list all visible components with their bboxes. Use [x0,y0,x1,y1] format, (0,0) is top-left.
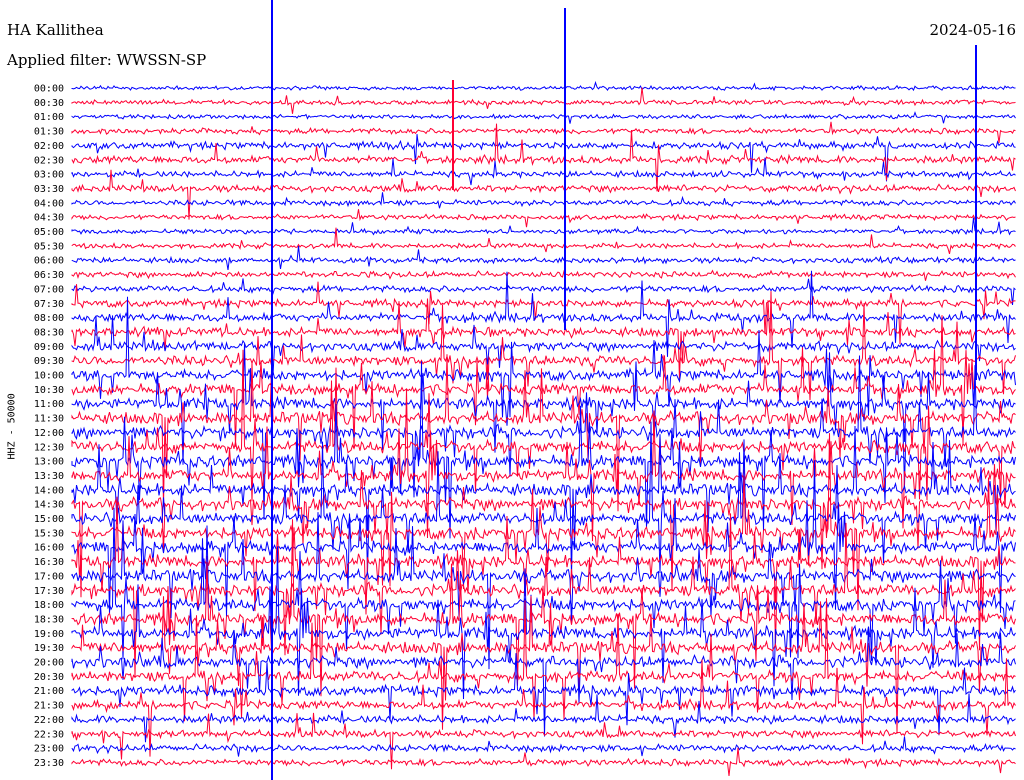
time-tick-label: 11:00 [34,399,64,410]
seismogram-trace [71,298,1016,381]
time-tick-label: 17:00 [34,571,64,582]
time-tick-label: 23:00 [34,744,64,755]
seismogram-trace [71,355,1016,520]
time-tick-label: 14:30 [34,500,64,511]
seismogram-trace [71,192,1016,209]
time-tick-label: 22:30 [34,729,64,740]
time-tick-label: 10:30 [34,385,64,396]
time-tick-label: 19:00 [34,629,64,640]
time-tick-label: 08:30 [34,327,64,338]
time-tick-label: 22:00 [34,715,64,726]
time-tick-label: 10:00 [34,371,64,382]
seismogram-trace [71,87,1016,114]
time-tick-label: 11:30 [34,414,64,425]
time-tick-label: 18:00 [34,600,64,611]
time-tick-label: 09:00 [34,342,64,353]
time-tick-label: 06:00 [34,256,64,267]
seismogram-trace [71,111,1016,124]
seismogram-trace [71,121,1016,143]
time-tick-label: 08:00 [34,313,64,324]
seismogram-trace [71,123,1016,192]
time-tick-label: 17:30 [34,586,64,597]
seismogram-trace [71,519,1016,697]
time-tick-label: 16:30 [34,557,64,568]
seismogram-trace [71,747,1016,777]
time-tick-label: 03:00 [34,170,64,181]
time-tick-label: 12:00 [34,428,64,439]
seismogram-trace [71,315,1016,449]
time-tick-label: 20:00 [34,658,64,669]
seismogram-trace [71,245,1016,270]
time-tick-label: 04:30 [34,213,64,224]
time-tick-label: 00:00 [34,84,64,95]
time-tick-label: 15:30 [34,528,64,539]
time-tick-label: 19:30 [34,643,64,654]
time-tick-label: 12:30 [34,442,64,453]
time-tick-label: 01:00 [34,112,64,123]
time-tick-label: 23:30 [34,758,64,769]
time-tick-label: 02:30 [34,155,64,166]
time-tick-label: 06:30 [34,270,64,281]
time-tick-label: 15:00 [34,514,64,525]
seismogram-traces: 00:00 00:30 01:00 01:30 02:00 02:30 03:00 03:30… [34,0,1016,780]
time-tick-label: 13:30 [34,471,64,482]
time-tick-label: 03:30 [34,184,64,195]
seismogram-trace [71,269,1016,281]
time-tick-label: 05:30 [34,241,64,252]
time-tick-label: 00:30 [34,98,64,109]
seismogram-trace [71,217,1016,236]
time-tick-label: 16:00 [34,543,64,554]
seismogram-trace [71,209,1016,228]
helicorder-plot: HA Kallithea 2024-05-16 Applied filter: … [0,0,1024,780]
seismogram-trace [71,169,1016,220]
time-tick-label: 05:00 [34,227,64,238]
seismogram-trace [71,278,1016,305]
time-tick-label: 02:00 [34,141,64,152]
seismogram-trace [71,157,1016,186]
seismogram-trace [71,736,1016,757]
time-tick-label: 07:00 [34,284,64,295]
time-tick-label: 18:30 [34,614,64,625]
seismogram-trace [71,349,1016,503]
time-tick-label: 14:00 [34,485,64,496]
time-tick-label: 07:30 [34,299,64,310]
seismogram-trace [71,315,1016,375]
time-tick-label: 01:30 [34,127,64,138]
time-tick-label: 13:00 [34,457,64,468]
time-tick-label: 04:00 [34,198,64,209]
time-tick-label: 09:30 [34,356,64,367]
time-tick-label: 21:00 [34,686,64,697]
time-tick-label: 20:30 [34,672,64,683]
seismogram-trace [71,80,1016,92]
time-tick-label: 21:30 [34,701,64,712]
